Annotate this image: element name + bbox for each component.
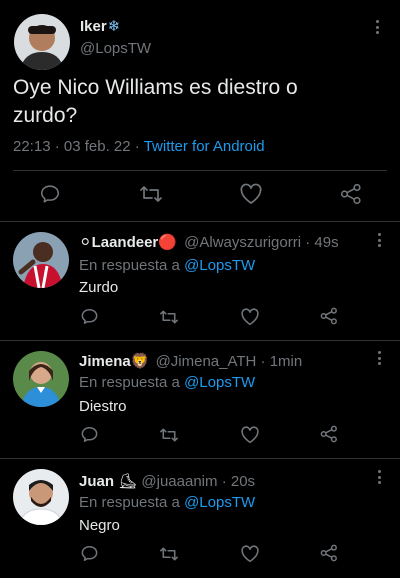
author-name[interactable]: Iker <box>80 18 107 35</box>
divider <box>0 458 400 459</box>
share-icon[interactable] <box>320 425 338 443</box>
like-icon[interactable] <box>240 426 260 444</box>
divider <box>0 340 400 341</box>
retweet-icon[interactable] <box>159 426 179 444</box>
author-handle[interactable]: @Alwayszurigorri <box>184 234 301 251</box>
reply-icon[interactable] <box>80 425 99 444</box>
like-icon[interactable] <box>240 545 260 563</box>
divider <box>0 221 400 222</box>
reply-text: Zurdo <box>79 279 119 296</box>
replying-to-label: En respuesta a <box>79 374 180 391</box>
share-icon[interactable] <box>340 183 362 205</box>
reply-text: Negro <box>79 517 120 534</box>
author-handle[interactable]: @juaaanim <box>141 473 217 490</box>
reply-icon[interactable] <box>39 183 61 205</box>
author-name[interactable]: Juan <box>79 473 114 490</box>
replying-to-label: En respuesta a <box>79 494 180 511</box>
reply-timestamp: · 20s <box>221 473 256 490</box>
tweet-text-line-2: zurdo? <box>13 104 78 127</box>
avatar-image <box>13 232 69 288</box>
reply-timestamp: · 1min <box>260 353 303 370</box>
replying-to-link[interactable]: @LopsTW <box>184 257 255 274</box>
author-name[interactable]: Jimena <box>79 353 131 370</box>
more-options-icon[interactable] <box>377 470 381 484</box>
more-options-icon[interactable] <box>377 233 381 247</box>
tweet-text-line-1: Oye Nico Williams es diestro o <box>13 76 298 99</box>
retweet-icon[interactable] <box>159 545 179 563</box>
avatar-image <box>13 469 69 525</box>
snowflake-icon: ❄ <box>107 18 121 35</box>
avatar[interactable] <box>13 351 69 407</box>
author-handle[interactable]: @LopsTW <box>80 40 151 57</box>
share-icon[interactable] <box>320 307 338 325</box>
avatar-image <box>14 14 70 70</box>
divider <box>13 170 387 171</box>
reply-icon[interactable] <box>80 544 99 563</box>
author-name-emoji: 🔴 <box>158 234 177 251</box>
author-name-emoji: ⚪ <box>79 234 92 251</box>
retweet-icon[interactable] <box>139 183 163 205</box>
reply-icon[interactable] <box>80 307 99 326</box>
avatar[interactable] <box>14 14 70 70</box>
avatar-image <box>13 351 69 407</box>
author-name-emoji: ⛸ <box>118 473 138 490</box>
reply-text: Diestro <box>79 398 127 415</box>
retweet-icon[interactable] <box>159 308 179 326</box>
more-options-icon[interactable] <box>375 20 379 34</box>
more-options-icon[interactable] <box>377 351 381 365</box>
author-name[interactable]: Laandeer <box>92 234 159 251</box>
author-handle[interactable]: @Jimena_ATH <box>156 353 257 370</box>
replying-to-link[interactable]: @LopsTW <box>184 374 255 391</box>
share-icon[interactable] <box>320 544 338 562</box>
tweet-source-link[interactable]: Twitter for Android <box>144 138 265 155</box>
author-name-emoji: 🦁 <box>130 353 150 370</box>
replying-to-link[interactable]: @LopsTW <box>184 494 255 511</box>
reply-timestamp: · 49s <box>305 234 339 251</box>
like-icon[interactable] <box>239 183 263 205</box>
avatar[interactable] <box>13 232 69 288</box>
like-icon[interactable] <box>240 308 260 326</box>
tweet-date: · 03 feb. 22 · <box>54 138 140 155</box>
tweet-time: 22:13 <box>13 138 51 155</box>
replying-to-label: En respuesta a <box>79 257 180 274</box>
avatar[interactable] <box>13 469 69 525</box>
